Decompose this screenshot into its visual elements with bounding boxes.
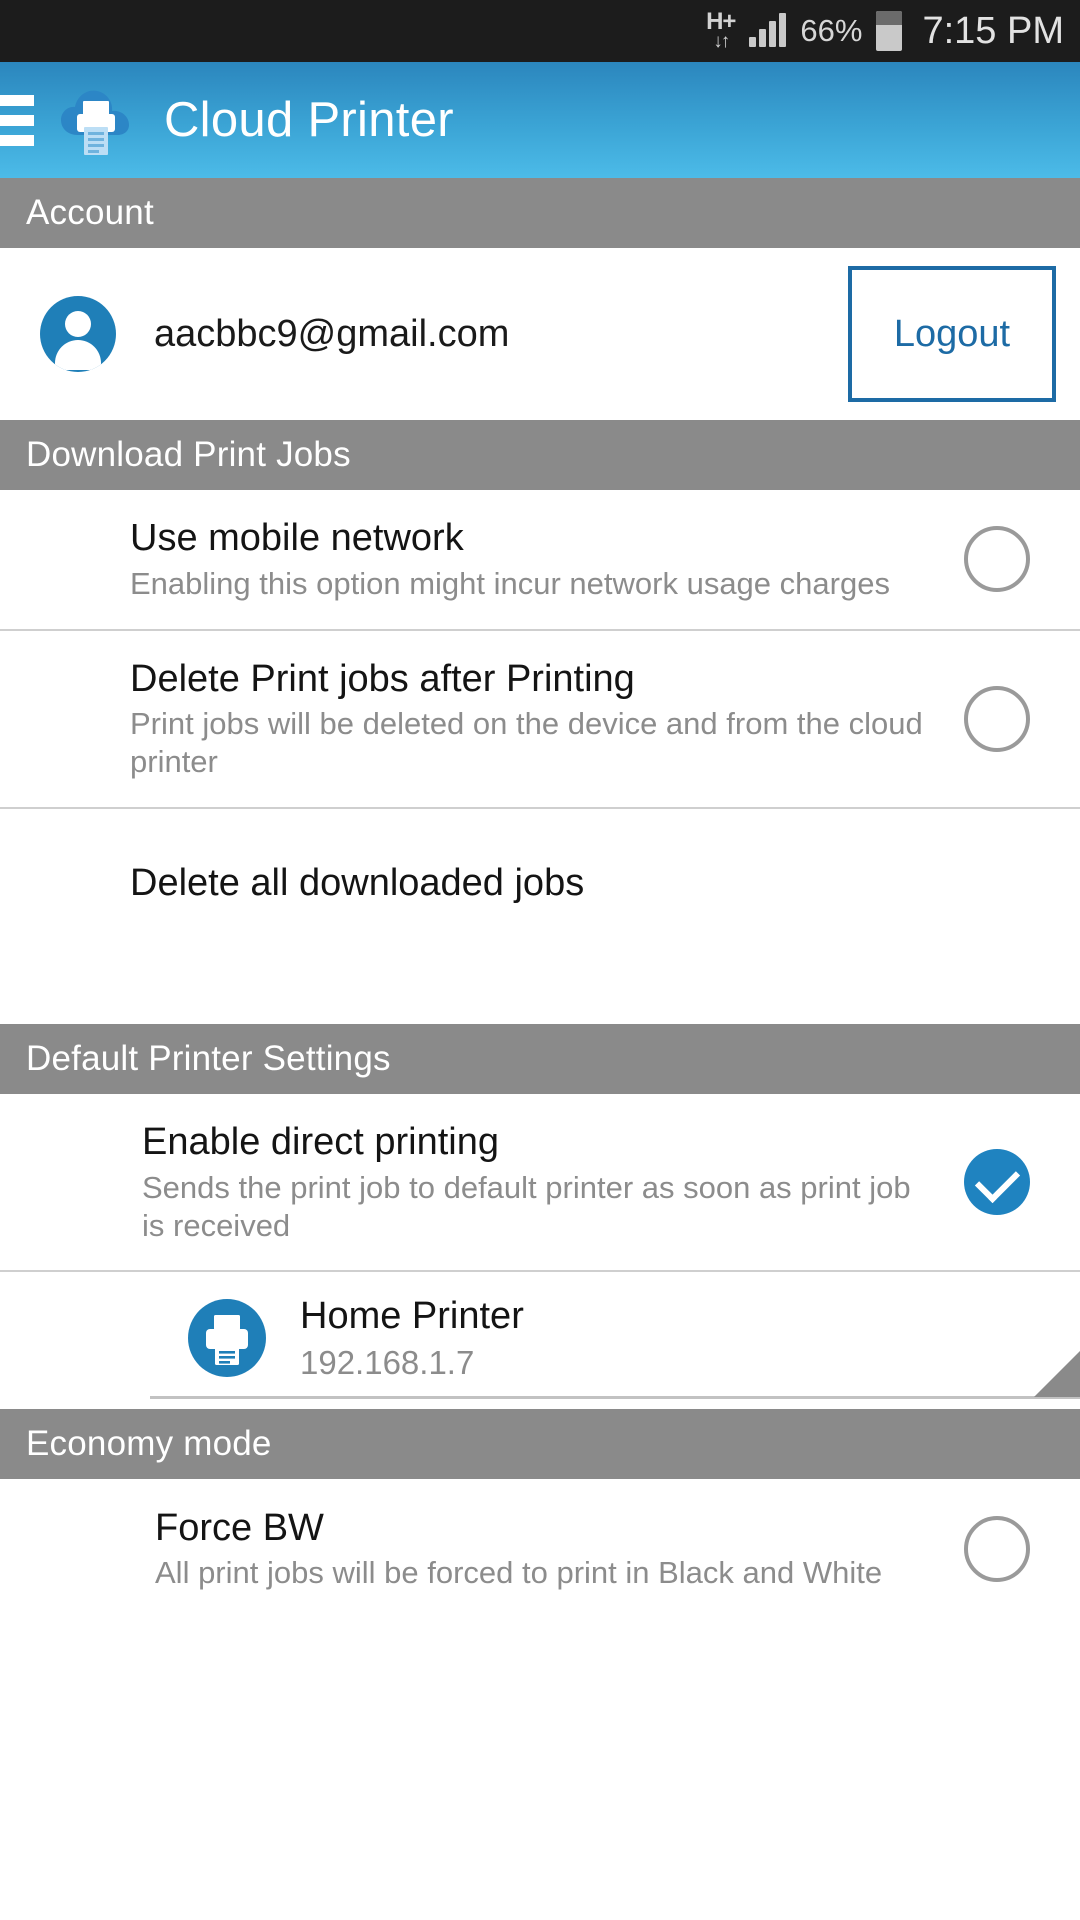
setting-title: Delete Print jobs after Printing [130,657,635,700]
default-printer-row[interactable]: Home Printer 192.168.1.7 [0,1294,1080,1382]
action-row-label: Delete all downloaded jobs [130,862,585,905]
setting-text: Use mobile network Enabling this option … [130,516,964,603]
account-row[interactable]: aacbbc9@gmail.com Logout [0,248,1080,420]
setting-subtitle: Enabling this option might incur network… [130,565,890,601]
setting-row-delete-print-jobs-after-printing[interactable]: Delete Print jobs after Printing Print j… [0,630,1080,810]
setting-text: Enable direct printing Sends the print j… [142,1120,964,1244]
account-email-label: aacbbc9@gmail.com [154,312,510,355]
setting-subtitle: Print jobs will be deleted on the device… [130,706,923,780]
setting-row-use-mobile-network[interactable]: Use mobile network Enabling this option … [0,490,1080,631]
setting-subtitle: Sends the print job to default printer a… [142,1169,911,1243]
printer-icon [188,1299,266,1378]
network-type-icon: H+ ↓↑ [706,8,736,52]
status-bar: H+ ↓↑ 66% 7:15 PM [0,0,1080,62]
section-header-download-print-jobs: Download Print Jobs [0,420,1080,490]
logout-button[interactable]: Logout [848,266,1056,402]
clock-label: 7:15 PM [922,9,1064,52]
spinner-dropdown-icon[interactable] [1034,1350,1080,1397]
setting-row-enable-direct-printing[interactable]: Enable direct printing Sends the print j… [0,1093,1080,1273]
setting-row-force-bw[interactable]: Force BW All print jobs will be forced t… [0,1478,1080,1619]
setting-text: Force BW All print jobs will be forced t… [155,1506,964,1593]
app-bar: Cloud Printer [0,62,1080,178]
printer-ip-label: 192.168.1.7 [300,1343,475,1381]
section-header-account-label: Account [26,193,154,232]
section-header-download-print-jobs-label: Download Print Jobs [26,435,351,474]
section-header-economy-mode-label: Economy mode [26,1423,272,1463]
default-printer-spinner[interactable]: Home Printer 192.168.1.7 [0,1272,1080,1409]
setting-title: Enable direct printing [142,1120,499,1163]
signal-strength-icon [749,13,787,47]
printer-meta: Home Printer 192.168.1.7 [300,1294,524,1382]
app-screen: H+ ↓↑ 66% 7:15 PM Cloud Printer Account … [0,0,1080,1920]
checkbox-force-bw[interactable] [964,1515,1030,1582]
data-transfer-arrows-icon: ↓↑ [713,31,730,52]
user-avatar-icon [40,296,116,372]
hamburger-menu-icon[interactable] [0,94,44,146]
action-row-delete-all-downloaded-jobs[interactable]: Delete all downloaded jobs [0,809,1080,968]
checkbox-delete-print-jobs-after-printing[interactable] [964,685,1030,752]
section-header-economy-mode: Economy mode [0,1408,1080,1479]
app-title: Cloud Printer [164,93,454,147]
setting-title: Use mobile network [130,517,464,559]
setting-subtitle: All print jobs will be forced to print i… [155,1555,883,1591]
battery-icon [876,11,903,51]
printer-name-label: Home Printer [300,1295,524,1338]
battery-percent-label: 66% [800,13,863,48]
checkbox-use-mobile-network[interactable] [964,526,1030,593]
logout-button-label: Logout [893,312,1011,355]
checkbox-enable-direct-printing[interactable] [964,1149,1030,1216]
section-header-default-printer-settings-label: Default Printer Settings [26,1038,391,1078]
setting-text: Delete Print jobs after Printing Print j… [130,657,964,781]
section-header-account: Account [0,178,1080,248]
section-header-default-printer-settings: Default Printer Settings [0,1023,1080,1094]
network-type-label: H+ [706,8,736,35]
spinner-underline [150,1395,1080,1399]
section-spacer [0,967,1080,1024]
setting-title: Force BW [155,1506,324,1549]
cloud-printer-logo-icon [54,77,140,163]
